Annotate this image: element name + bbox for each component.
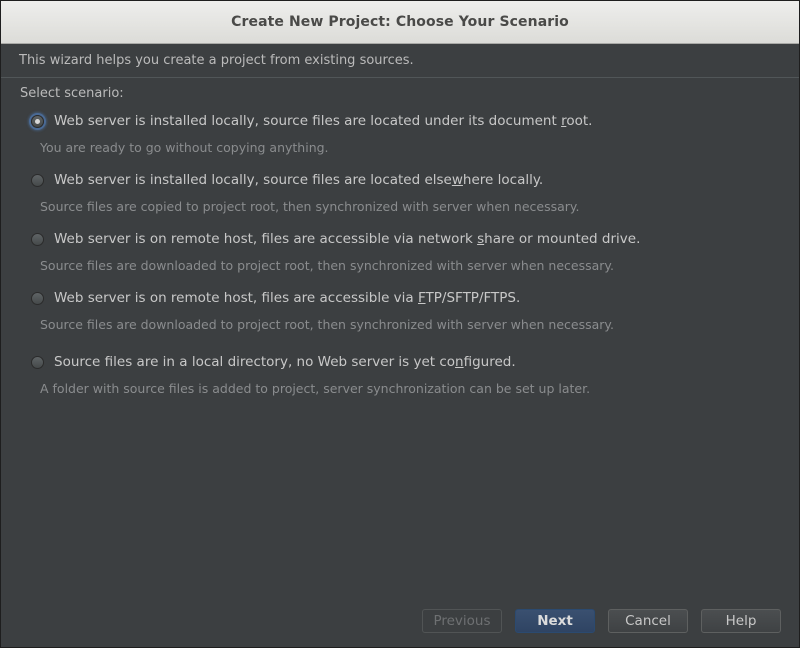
scenario-radio-remote-ftp[interactable] [31, 292, 44, 305]
scenario-radio-no-server[interactable] [31, 356, 44, 369]
scenario-label[interactable]: Source files are in a local directory, n… [54, 354, 516, 370]
cancel-button[interactable]: Cancel [608, 609, 688, 633]
scenario-radio-local-docroot[interactable] [31, 115, 44, 128]
scenario-label[interactable]: Web server is on remote host, files are … [54, 231, 640, 247]
next-button[interactable]: Next [515, 609, 595, 633]
dialog-title: Create New Project: Choose Your Scenario [231, 14, 569, 30]
scenario-description: A folder with source files is added to p… [40, 381, 591, 396]
scenario-description: Source files are downloaded to project r… [40, 258, 615, 273]
create-project-dialog: Create New Project: Choose Your Scenario… [0, 0, 800, 648]
help-button[interactable]: Help [701, 609, 781, 633]
scenario-radio-local-elsewhere[interactable] [31, 174, 44, 187]
scenario-radio-remote-share[interactable] [31, 233, 44, 246]
scenario-label[interactable]: Web server is on remote host, files are … [54, 290, 520, 306]
radio-selected-dot [35, 119, 40, 124]
title-bar[interactable]: Create New Project: Choose Your Scenario [1, 1, 799, 44]
scenario-description: You are ready to go without copying anyt… [40, 140, 329, 155]
intro-text: This wizard helps you create a project f… [19, 53, 414, 68]
previous-button[interactable]: Previous [422, 609, 502, 633]
scenario-label[interactable]: Web server is installed locally, source … [54, 172, 543, 188]
intro-panel: This wizard helps you create a project f… [1, 44, 799, 78]
scenario-label[interactable]: Web server is installed locally, source … [54, 113, 592, 129]
scenario-description: Source files are copied to project root,… [40, 199, 580, 214]
scenario-description: Source files are downloaded to project r… [40, 317, 615, 332]
select-scenario-label: Select scenario: [20, 86, 124, 101]
